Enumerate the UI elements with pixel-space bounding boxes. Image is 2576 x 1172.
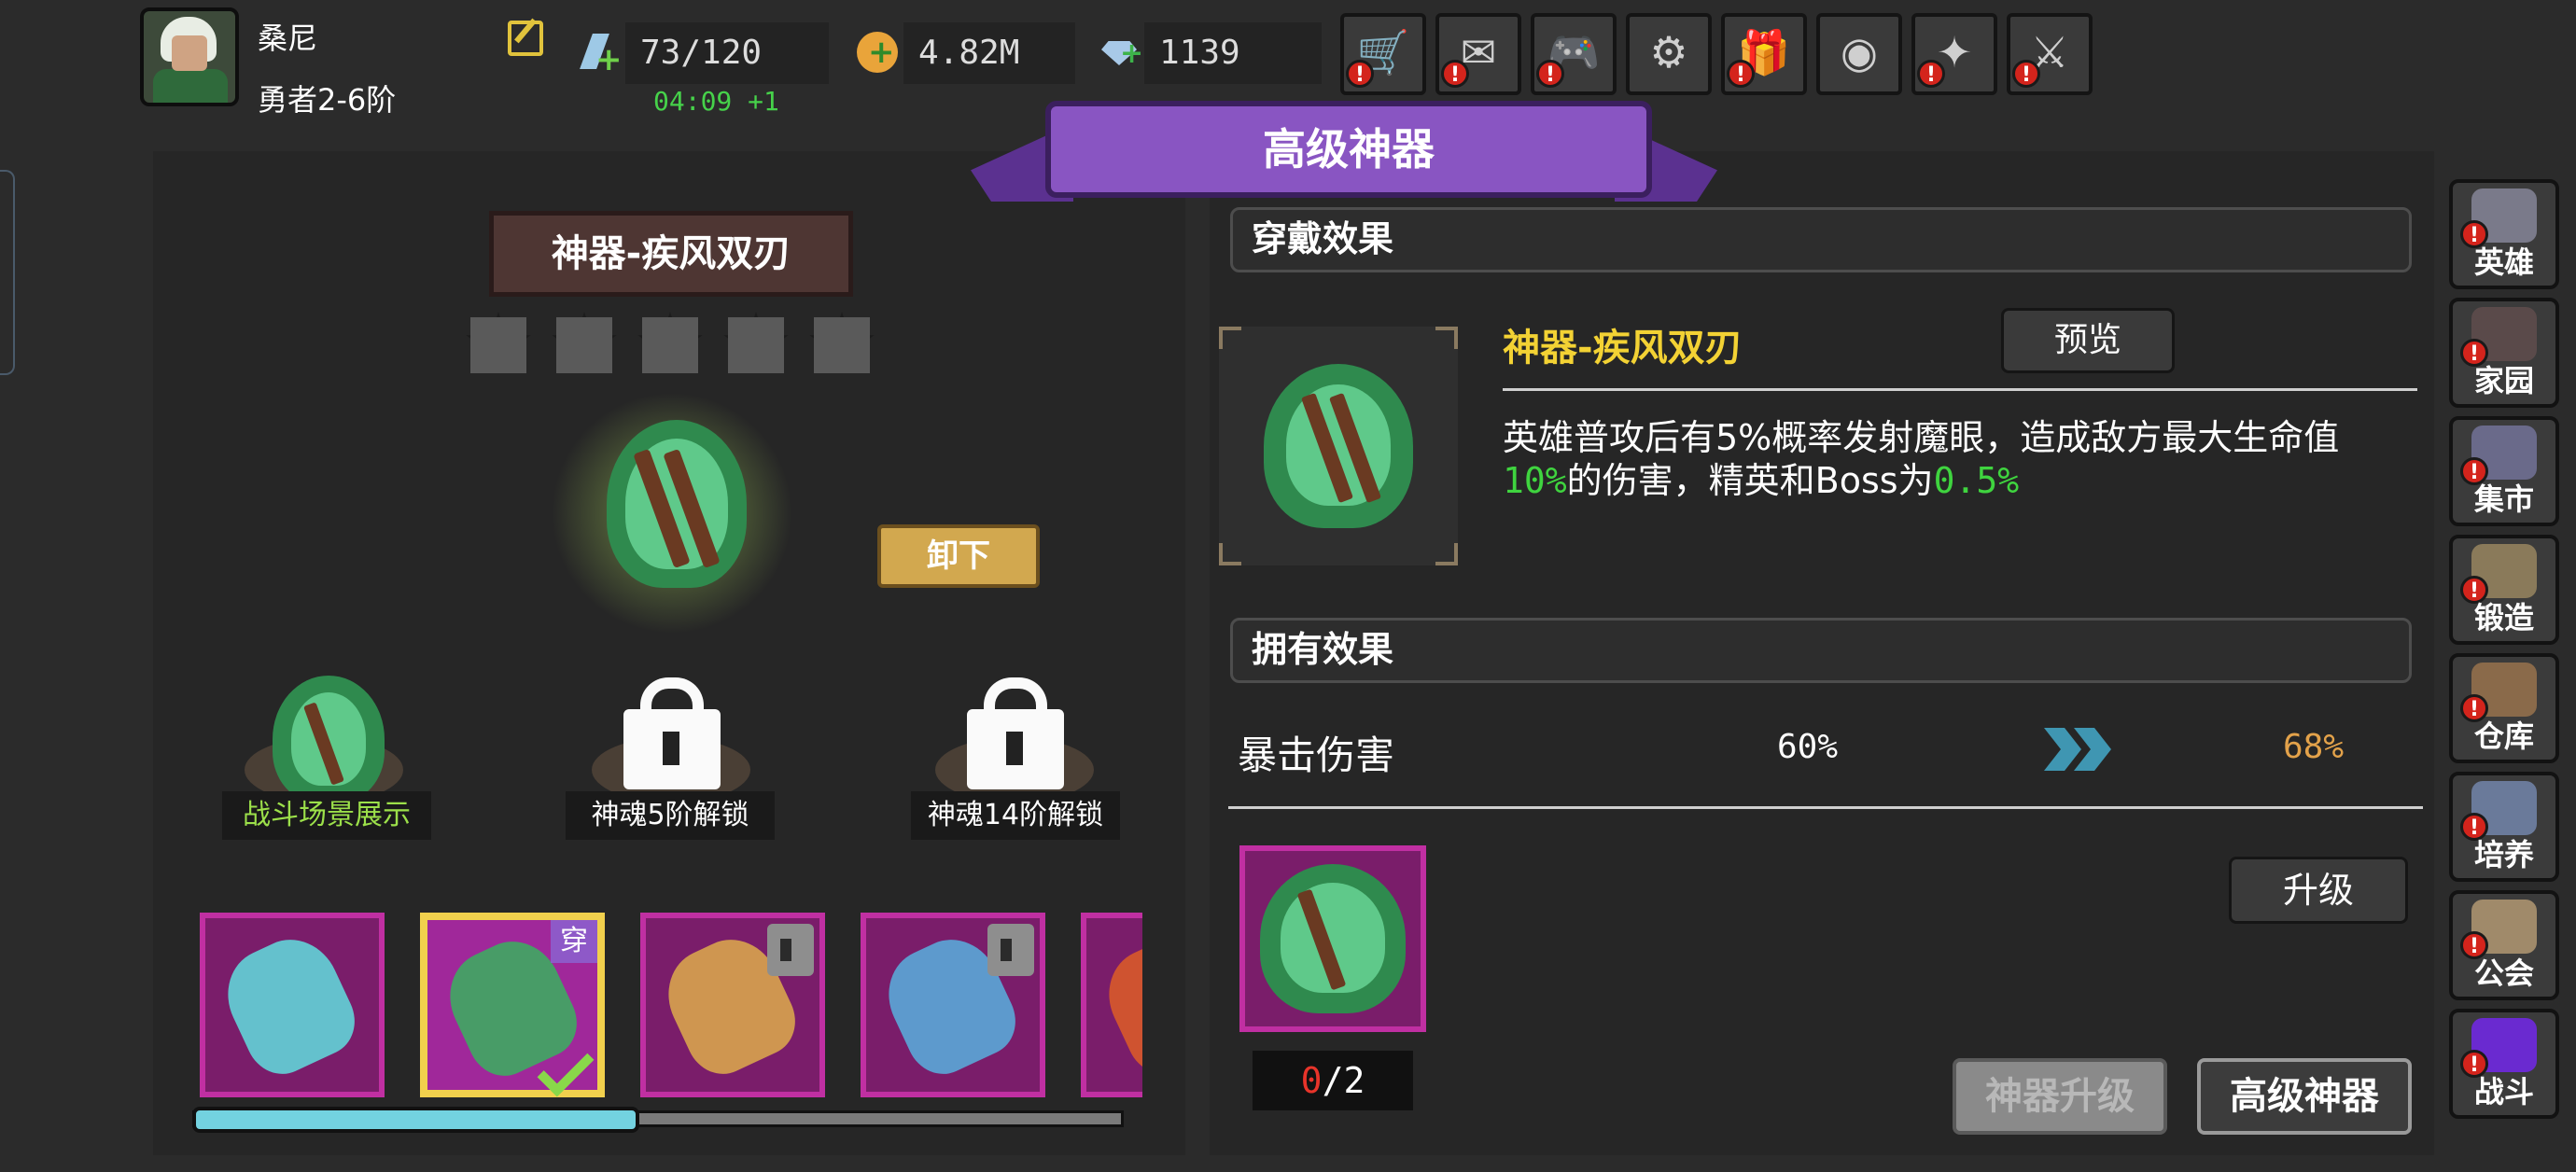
player-rank: 勇者2-6阶	[258, 82, 397, 118]
slot-soul14-label: 神魂14阶解锁	[911, 791, 1120, 840]
star-icon	[551, 312, 618, 381]
battle-scene-artifact-icon	[267, 668, 390, 808]
upgrade-material-card[interactable]	[1239, 845, 1426, 1032]
wear-artifact-name: 神器-疾风双刃	[1503, 327, 1743, 370]
sidebar-item-label: 集市	[2473, 481, 2534, 517]
gold-add-icon[interactable]	[857, 32, 898, 73]
upgrade-button[interactable]: 升级	[2229, 857, 2408, 924]
sidebar-item-portal[interactable]: ! 战斗	[2449, 1009, 2559, 1119]
stat-current-value: 60%	[1777, 728, 1839, 766]
equipped-tag: 穿	[551, 920, 597, 963]
gem-value: 1139	[1144, 22, 1322, 84]
star-icon	[465, 312, 532, 381]
sidebar-item-anvil[interactable]: ! 锻造	[2449, 535, 2559, 645]
artifact-item-crystal-blade[interactable]	[200, 913, 385, 1097]
sidebar-item-label: 锻造	[2473, 600, 2534, 635]
sidebar-item-market[interactable]: ! 集市	[2449, 416, 2559, 526]
panel-title-banner: 高级神器	[1045, 101, 1652, 198]
lock-icon	[987, 924, 1034, 976]
alert-badge: !	[2012, 60, 2040, 88]
desc-percent-2: 0.5%	[1933, 460, 2020, 501]
artifact-icon	[1093, 924, 1142, 1086]
sidebar-item-label: 英雄	[2473, 244, 2534, 280]
artifact-item-flame-item[interactable]	[1081, 913, 1142, 1097]
player-name: 桑尼	[258, 21, 318, 56]
lock-icon	[767, 924, 814, 976]
energy-timer: 04:09 +1	[653, 86, 779, 117]
star-icon	[637, 312, 704, 381]
gem-add-icon[interactable]	[1098, 32, 1143, 73]
material-have: 0	[1300, 1060, 1323, 1101]
energy-add-icon[interactable]	[579, 32, 623, 78]
divider	[1228, 806, 2423, 809]
artifact-item-gale-twin-blades[interactable]: 穿	[420, 913, 605, 1097]
artifact-item-frost-axe[interactable]	[640, 913, 825, 1097]
gamepad-button[interactable]: 🎮!	[1531, 13, 1617, 95]
settings-gear-button[interactable]: ⚙	[1626, 13, 1712, 95]
wear-effect-header: 穿戴效果	[1230, 207, 2412, 272]
slot-soul5-label: 神魂5阶解锁	[566, 791, 775, 840]
gift-button[interactable]: 🎁!	[1721, 13, 1807, 95]
alert-badge: !	[1441, 60, 1469, 88]
sidebar-item-label: 培养	[2473, 837, 2534, 872]
divider	[1503, 388, 2417, 391]
material-need: /2	[1322, 1060, 1365, 1101]
alert-badge: !	[1346, 60, 1374, 88]
settings-gear-icon: ⚙	[1649, 27, 1688, 77]
artifact-name-plate: 神器-疾风双刃	[489, 211, 853, 297]
slot-lock-icon[interactable]	[610, 668, 734, 808]
sidebar-item-label: 仓库	[2473, 719, 2534, 754]
artifact-icon-frame	[1219, 327, 1458, 565]
shop-cart-button[interactable]: 🛒!	[1340, 13, 1426, 95]
sparkle-button[interactable]: ✦!	[1911, 13, 1997, 95]
sidebar-item-castle[interactable]: ! 家园	[2449, 298, 2559, 408]
crossed-swords-button[interactable]: ⚔!	[2007, 13, 2093, 95]
alert-badge: !	[1917, 60, 1945, 88]
item-scroll-thumb[interactable]	[192, 1107, 639, 1133]
alert-badge: !	[1727, 60, 1755, 88]
star-rating	[465, 312, 875, 381]
artifact-icon-large	[597, 411, 756, 597]
color-wheel-icon: ◉	[1840, 27, 1879, 77]
edit-name-icon[interactable]	[508, 21, 543, 56]
wear-effect-description: 英雄普攻后有5%概率发射魔眼，造成敌方最大生命值 10%的伤害，精英和Boss为…	[1503, 416, 2417, 502]
sidebar-item-label: 公会	[2473, 956, 2534, 991]
star-icon	[722, 312, 790, 381]
mail-button[interactable]: ✉!	[1435, 13, 1521, 95]
slot-battle-scene-label[interactable]: 战斗场景展示	[222, 791, 431, 840]
avatar-face	[172, 35, 207, 71]
avatar-body	[153, 69, 228, 103]
sidebar-item-helmet[interactable]: ! 英雄	[2449, 179, 2559, 289]
gold-value: 4.82M	[903, 22, 1075, 84]
desc-text: 英雄普攻后有5%概率发射魔眼，造成敌方最大生命值	[1503, 417, 2340, 458]
sidebar-item-trophy[interactable]: ! 培养	[2449, 772, 2559, 882]
unequip-button[interactable]: 卸下	[877, 524, 1040, 588]
own-effect-header: 拥有效果	[1230, 618, 2412, 683]
desc-percent-1: 10%	[1503, 460, 1567, 501]
sidebar-item-guild[interactable]: ! 公会	[2449, 890, 2559, 1000]
artifact-upgrade-tab[interactable]: 神器升级	[1953, 1058, 2167, 1135]
star-icon	[808, 312, 875, 381]
energy-value: 73/120	[625, 22, 829, 84]
sidebar-item-label: 家园	[2473, 363, 2534, 398]
stat-name: 暴击伤害	[1238, 732, 1395, 778]
artifact-item-ice-sword[interactable]	[861, 913, 1045, 1097]
desc-text-mid: 的伤害，精英和Boss为	[1566, 460, 1934, 501]
slot-lock-icon[interactable]	[954, 668, 1077, 808]
color-wheel-button[interactable]: ◉	[1816, 13, 1902, 95]
preview-button[interactable]: 预览	[2001, 308, 2175, 373]
alert-badge: !	[1536, 60, 1564, 88]
sidebar-item-warehouse[interactable]: ! 仓库	[2449, 653, 2559, 763]
sidebar-item-label: 战斗	[2473, 1074, 2534, 1109]
stat-next-value: 68%	[2283, 728, 2345, 766]
player-avatar[interactable]	[140, 7, 239, 106]
artifact-icon	[212, 924, 367, 1086]
left-edge-tab[interactable]	[0, 170, 15, 375]
material-count: 0/2	[1253, 1051, 1413, 1110]
advanced-artifact-tab[interactable]: 高级神器	[2197, 1058, 2412, 1135]
